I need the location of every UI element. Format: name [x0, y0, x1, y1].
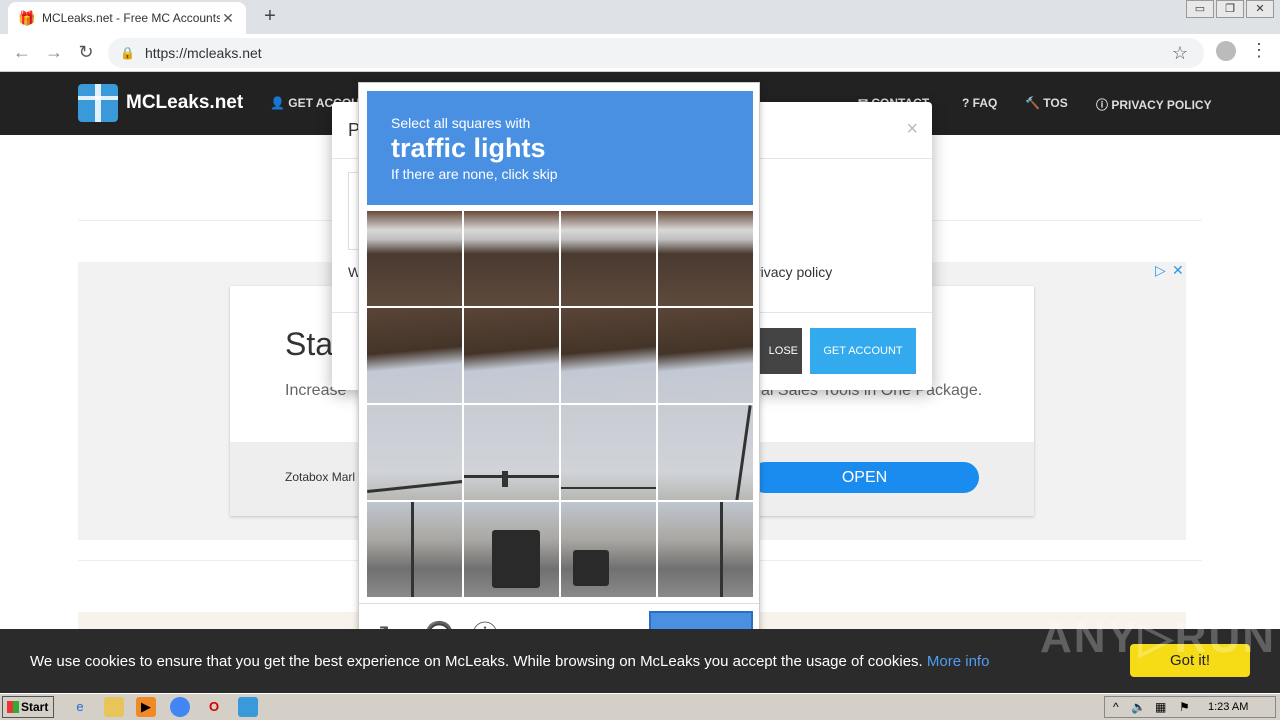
window-controls: ▭ ❐ ✕	[1184, 0, 1274, 18]
car	[573, 550, 609, 586]
browser-tab[interactable]: 🎁 MCLeaks.net - Free MC Accounts ✕	[8, 2, 246, 34]
browser-menu-icon[interactable]: ⋮	[1250, 40, 1268, 61]
nav-privacy-label: PRIVACY POLICY	[1111, 98, 1212, 112]
ad-headline: Sta	[285, 326, 334, 362]
captcha-hint: If there are none, click skip	[391, 166, 558, 182]
ad-brand: Zotabox Marl	[285, 470, 356, 484]
signal-arm	[561, 487, 656, 489]
captcha-tile[interactable]	[367, 405, 462, 500]
system-tray: ^ 🔈 ▦ ⚑	[1104, 696, 1276, 718]
signal-arm	[367, 479, 462, 494]
gift-app-icon[interactable]	[238, 697, 258, 717]
folder-icon[interactable]	[104, 697, 124, 717]
nav-tos[interactable]: 🔨 TOS	[1025, 96, 1068, 110]
cookie-text: We use cookies to ensure that you get th…	[30, 653, 989, 670]
tray-expand-icon[interactable]: ^	[1113, 700, 1119, 714]
truck	[492, 530, 540, 588]
ie-icon[interactable]: e	[70, 697, 90, 717]
modal-close-icon[interactable]: ×	[906, 118, 918, 141]
volume-icon[interactable]: 🔈	[1131, 700, 1146, 714]
modal-content-box	[348, 172, 358, 250]
captcha-target: traffic lights	[391, 133, 546, 163]
tab-close-icon[interactable]: ✕	[220, 10, 236, 27]
lock-icon: 🔒	[120, 46, 135, 60]
captcha-tile[interactable]	[561, 308, 656, 403]
start-button[interactable]: Start	[2, 696, 54, 718]
signal-pole	[411, 502, 414, 597]
windows-taskbar: Start e ▶ O ^ 🔈 ▦ ⚑ 1:23 AM	[0, 693, 1280, 720]
captcha-tile[interactable]	[561, 211, 656, 306]
url-bar[interactable]: 🔒 https://mcleaks.net ☆	[108, 38, 1204, 68]
anyrun-watermark: ANY▷RUN	[1040, 613, 1277, 662]
tab-title: MCLeaks.net - Free MC Accounts	[42, 11, 220, 25]
captcha-tile[interactable]	[658, 308, 753, 403]
signal-pole	[720, 502, 723, 597]
address-toolbar: ← → ↻ 🔒 https://mcleaks.net ☆	[0, 34, 1280, 72]
gift-favicon-icon: 🎁	[18, 10, 36, 26]
nav-tos-label: TOS	[1043, 96, 1068, 110]
captcha-tile[interactable]	[367, 502, 462, 597]
opera-icon[interactable]: O	[204, 697, 224, 717]
captcha-tile[interactable]	[658, 502, 753, 597]
signal-pole	[735, 405, 752, 500]
site-logo[interactable]: MCLeaks.net	[78, 84, 243, 122]
captcha-divider	[359, 603, 759, 604]
get-account-button[interactable]: GET ACCOUNT	[810, 328, 916, 374]
maximize-button[interactable]: ❐	[1216, 0, 1244, 18]
media-player-icon[interactable]: ▶	[136, 697, 156, 717]
back-arrow-icon[interactable]: ←	[10, 42, 34, 63]
browser-tab-bar: 🎁 MCLeaks.net - Free MC Accounts ✕ + ▭ ❐…	[0, 0, 1280, 34]
cookie-message: We use cookies to ensure that you get th…	[30, 653, 923, 670]
captcha-tile[interactable]	[464, 308, 559, 403]
ad-close-icon[interactable]: ✕	[1172, 262, 1184, 279]
traffic-light	[502, 471, 508, 487]
reload-icon[interactable]: ↻	[74, 42, 98, 63]
new-tab-button[interactable]: +	[258, 5, 282, 28]
adchoices-icon[interactable]: ▷	[1155, 262, 1166, 279]
captcha-tile[interactable]	[561, 502, 656, 597]
captcha-image-grid	[367, 211, 753, 597]
captcha-tile[interactable]	[464, 502, 559, 597]
signal-arm	[464, 475, 559, 478]
flag-icon[interactable]: ⚑	[1179, 700, 1190, 714]
network-icon[interactable]: ▦	[1155, 700, 1166, 714]
captcha-tile[interactable]	[464, 405, 559, 500]
minimize-button[interactable]: ▭	[1186, 0, 1214, 18]
captcha-instruction: Select all squares with	[391, 115, 531, 131]
ad-open-button[interactable]: OPEN	[750, 462, 979, 493]
chrome-icon[interactable]	[170, 697, 190, 717]
bookmark-star-icon[interactable]: ☆	[1172, 43, 1188, 64]
url-text: https://mcleaks.net	[144, 45, 262, 61]
captcha-tile[interactable]	[367, 308, 462, 403]
nav-privacy[interactable]: ⓘ PRIVACY POLICY	[1096, 96, 1212, 113]
clock: 1:23 AM	[1208, 701, 1249, 713]
close-window-button[interactable]: ✕	[1246, 0, 1274, 18]
nav-faq[interactable]: ? FAQ	[962, 96, 997, 110]
captcha-tile[interactable]	[464, 211, 559, 306]
captcha-tile[interactable]	[658, 211, 753, 306]
modal-text-right: rivacy policy	[756, 264, 833, 280]
more-info-link[interactable]: More info	[927, 653, 990, 670]
gift-logo-icon	[78, 84, 118, 122]
captcha-header: Select all squares with traffic lights I…	[367, 91, 753, 205]
forward-arrow-icon[interactable]: →	[42, 42, 66, 63]
captcha-tile[interactable]	[367, 211, 462, 306]
captcha-tile[interactable]	[561, 405, 656, 500]
profile-avatar-icon[interactable]	[1216, 41, 1236, 61]
brand-name: MCLeaks.net	[126, 92, 244, 113]
recaptcha-challenge: Select all squares with traffic lights I…	[358, 82, 760, 664]
captcha-tile[interactable]	[658, 405, 753, 500]
